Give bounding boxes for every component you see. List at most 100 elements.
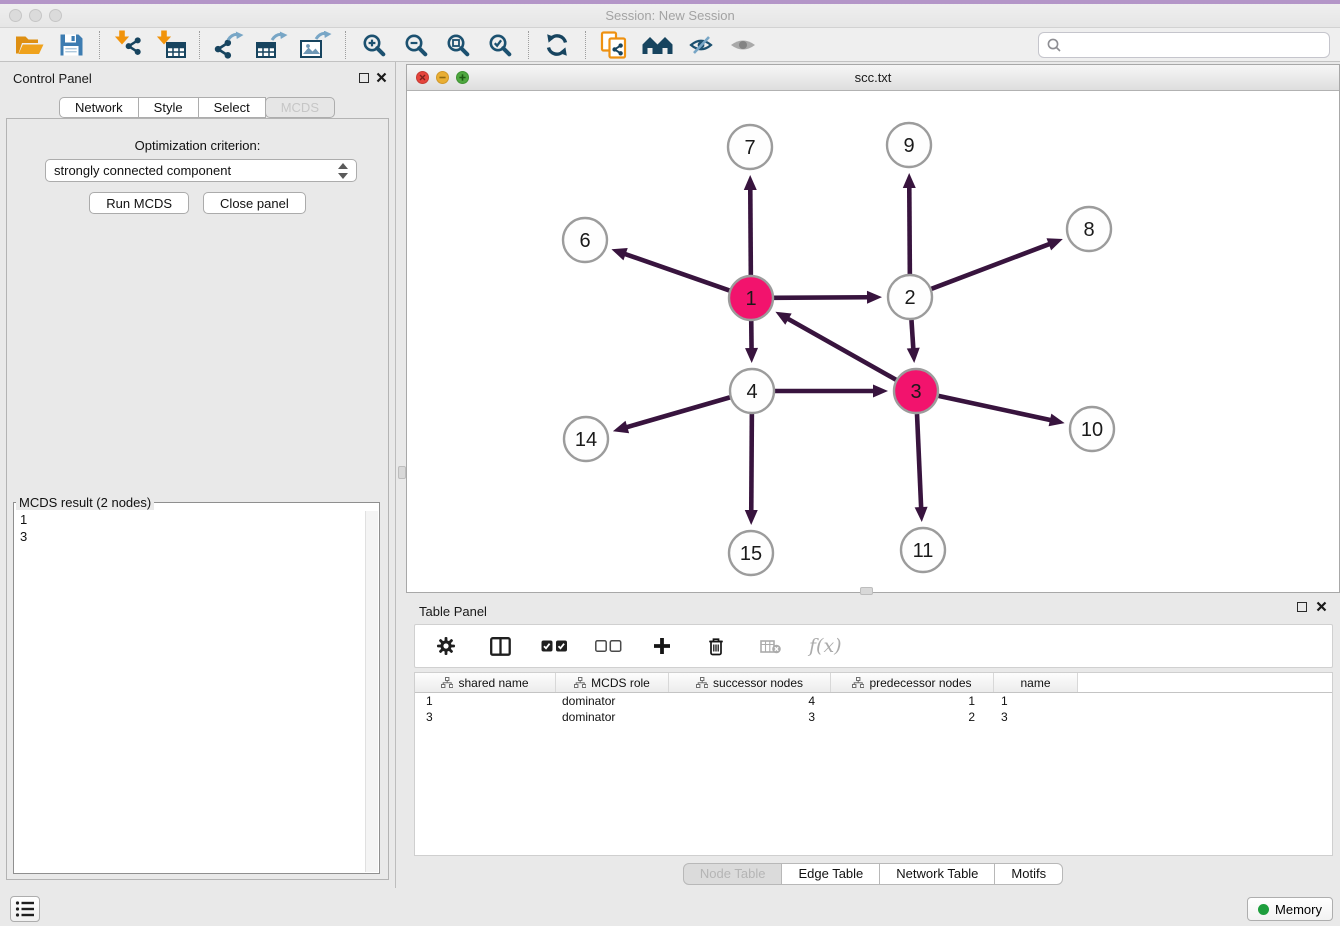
hide-selected-button[interactable] — [686, 29, 716, 61]
graph-edge[interactable] — [915, 414, 928, 522]
network-window-titlebar[interactable]: scc.txt — [407, 65, 1339, 91]
column-header[interactable]: predecessor nodes — [831, 673, 994, 692]
table-cell[interactable]: 3 — [415, 710, 556, 724]
table-panel-float-button[interactable] — [1297, 602, 1307, 612]
import-table-button[interactable] — [155, 29, 186, 61]
export-image-icon — [300, 31, 332, 59]
memory-button[interactable]: Memory — [1247, 897, 1333, 921]
zoom-in-button[interactable] — [359, 29, 389, 61]
deselect-all-columns-button[interactable] — [593, 630, 623, 662]
graph-node[interactable]: 7 — [728, 125, 772, 169]
run-mcds-button[interactable]: Run MCDS — [89, 192, 189, 214]
tab-select[interactable]: Select — [198, 97, 266, 118]
select-all-columns-button[interactable] — [539, 630, 569, 662]
graph-node[interactable]: 11 — [901, 528, 945, 572]
graph-node[interactable]: 3 — [894, 369, 938, 413]
column-header[interactable]: successor nodes — [669, 673, 831, 692]
delete-column-button[interactable] — [701, 630, 731, 662]
tab-edge-table[interactable]: Edge Table — [781, 863, 880, 885]
import-network-button[interactable] — [113, 29, 143, 61]
graph-node[interactable]: 14 — [564, 417, 608, 461]
column-header[interactable]: name — [994, 673, 1078, 692]
function-builder-button[interactable]: f(x) — [809, 630, 842, 662]
table-cell[interactable]: dominator — [556, 710, 669, 724]
graph-node[interactable]: 4 — [730, 369, 774, 413]
zoom-fit-button[interactable] — [443, 29, 473, 61]
column-header-filler — [1078, 673, 1332, 692]
task-history-button[interactable] — [10, 896, 40, 922]
table-cell[interactable]: 3 — [669, 710, 831, 724]
save-session-button[interactable] — [56, 29, 86, 61]
graph-edge[interactable] — [938, 396, 1064, 426]
table-cell[interactable]: 1 — [831, 694, 994, 708]
network-canvas[interactable]: 7 9 6 8 1 2 4 3 14 10 15 11 — [407, 91, 1339, 592]
table-cell[interactable]: 1 — [415, 694, 556, 708]
graph-edge[interactable] — [775, 312, 896, 380]
graph-node[interactable]: 10 — [1070, 407, 1114, 451]
tab-style[interactable]: Style — [138, 97, 199, 118]
search-icon — [1047, 38, 1061, 52]
control-panel-close-button[interactable] — [374, 71, 388, 85]
column-header[interactable]: shared name — [415, 673, 556, 692]
table-cell[interactable]: 3 — [994, 710, 1078, 724]
graph-node[interactable]: 1 — [729, 276, 773, 320]
tab-network[interactable]: Network — [59, 97, 139, 118]
table-settings-button[interactable] — [431, 630, 461, 662]
show-eye-icon — [730, 37, 756, 53]
graph-node[interactable]: 2 — [888, 275, 932, 319]
panel-splitter-handle[interactable] — [398, 466, 406, 479]
column-header[interactable]: MCDS role — [556, 673, 669, 692]
first-neighbors-button[interactable] — [641, 29, 674, 61]
table-panel-close-button[interactable] — [1314, 600, 1328, 614]
export-table-button[interactable] — [256, 29, 288, 61]
show-columns-button[interactable] — [485, 630, 515, 662]
graph-edge[interactable] — [932, 238, 1063, 289]
network-graph[interactable]: 7 9 6 8 1 2 4 3 14 10 15 11 — [407, 91, 1339, 592]
panel-splitter-handle[interactable] — [860, 587, 873, 595]
mcds-result-scrollbar[interactable] — [365, 511, 378, 872]
svg-text:2: 2 — [904, 287, 915, 309]
table-cell[interactable]: dominator — [556, 694, 669, 708]
graph-edge[interactable] — [774, 291, 882, 304]
show-all-button[interactable] — [728, 29, 758, 61]
export-image-button[interactable] — [300, 29, 332, 61]
clone-network-button[interactable] — [599, 29, 629, 61]
close-panel-button[interactable]: Close panel — [203, 192, 306, 214]
graph-edge[interactable] — [745, 414, 758, 525]
optimization-select[interactable]: strongly connected component — [45, 159, 357, 182]
zoom-out-button[interactable] — [401, 29, 431, 61]
open-session-button[interactable] — [14, 29, 44, 61]
graph-node[interactable]: 15 — [729, 531, 773, 575]
delete-table-button[interactable] — [755, 630, 785, 662]
table-row[interactable]: 3dominator323 — [415, 709, 1332, 725]
tab-motifs[interactable]: Motifs — [994, 863, 1063, 885]
checked-boxes-icon — [541, 640, 568, 652]
zoom-selected-button[interactable] — [485, 29, 515, 61]
export-network-button[interactable] — [213, 29, 244, 61]
plus-icon — [653, 637, 671, 655]
table-cell[interactable]: 4 — [669, 694, 831, 708]
graph-node[interactable]: 9 — [887, 123, 931, 167]
mcds-result-text[interactable]: 1 3 — [16, 510, 363, 871]
tab-node-table[interactable]: Node Table — [683, 863, 783, 885]
graph-edge[interactable] — [907, 320, 920, 363]
graph-edge[interactable] — [903, 173, 916, 274]
graph-edge[interactable] — [775, 385, 888, 398]
tab-network-table[interactable]: Network Table — [879, 863, 995, 885]
graph-edge[interactable] — [745, 321, 758, 363]
control-panel-float-button[interactable] — [359, 73, 369, 83]
svg-text:10: 10 — [1081, 419, 1103, 441]
table-cell[interactable]: 1 — [994, 694, 1078, 708]
graph-node[interactable]: 8 — [1067, 207, 1111, 251]
table-row[interactable]: 1dominator411 — [415, 693, 1332, 709]
graph-edge[interactable] — [744, 175, 757, 275]
graph-edge[interactable] — [613, 397, 730, 433]
table-cell[interactable]: 2 — [831, 710, 994, 724]
graph-edge[interactable] — [611, 248, 729, 290]
tab-mcds[interactable]: MCDS — [265, 97, 335, 118]
create-column-button[interactable] — [647, 630, 677, 662]
refresh-layout-button[interactable] — [542, 29, 572, 61]
graph-node[interactable]: 6 — [563, 218, 607, 262]
search-input[interactable] — [1067, 38, 1321, 53]
control-panel-header: Control Panel — [0, 62, 395, 92]
